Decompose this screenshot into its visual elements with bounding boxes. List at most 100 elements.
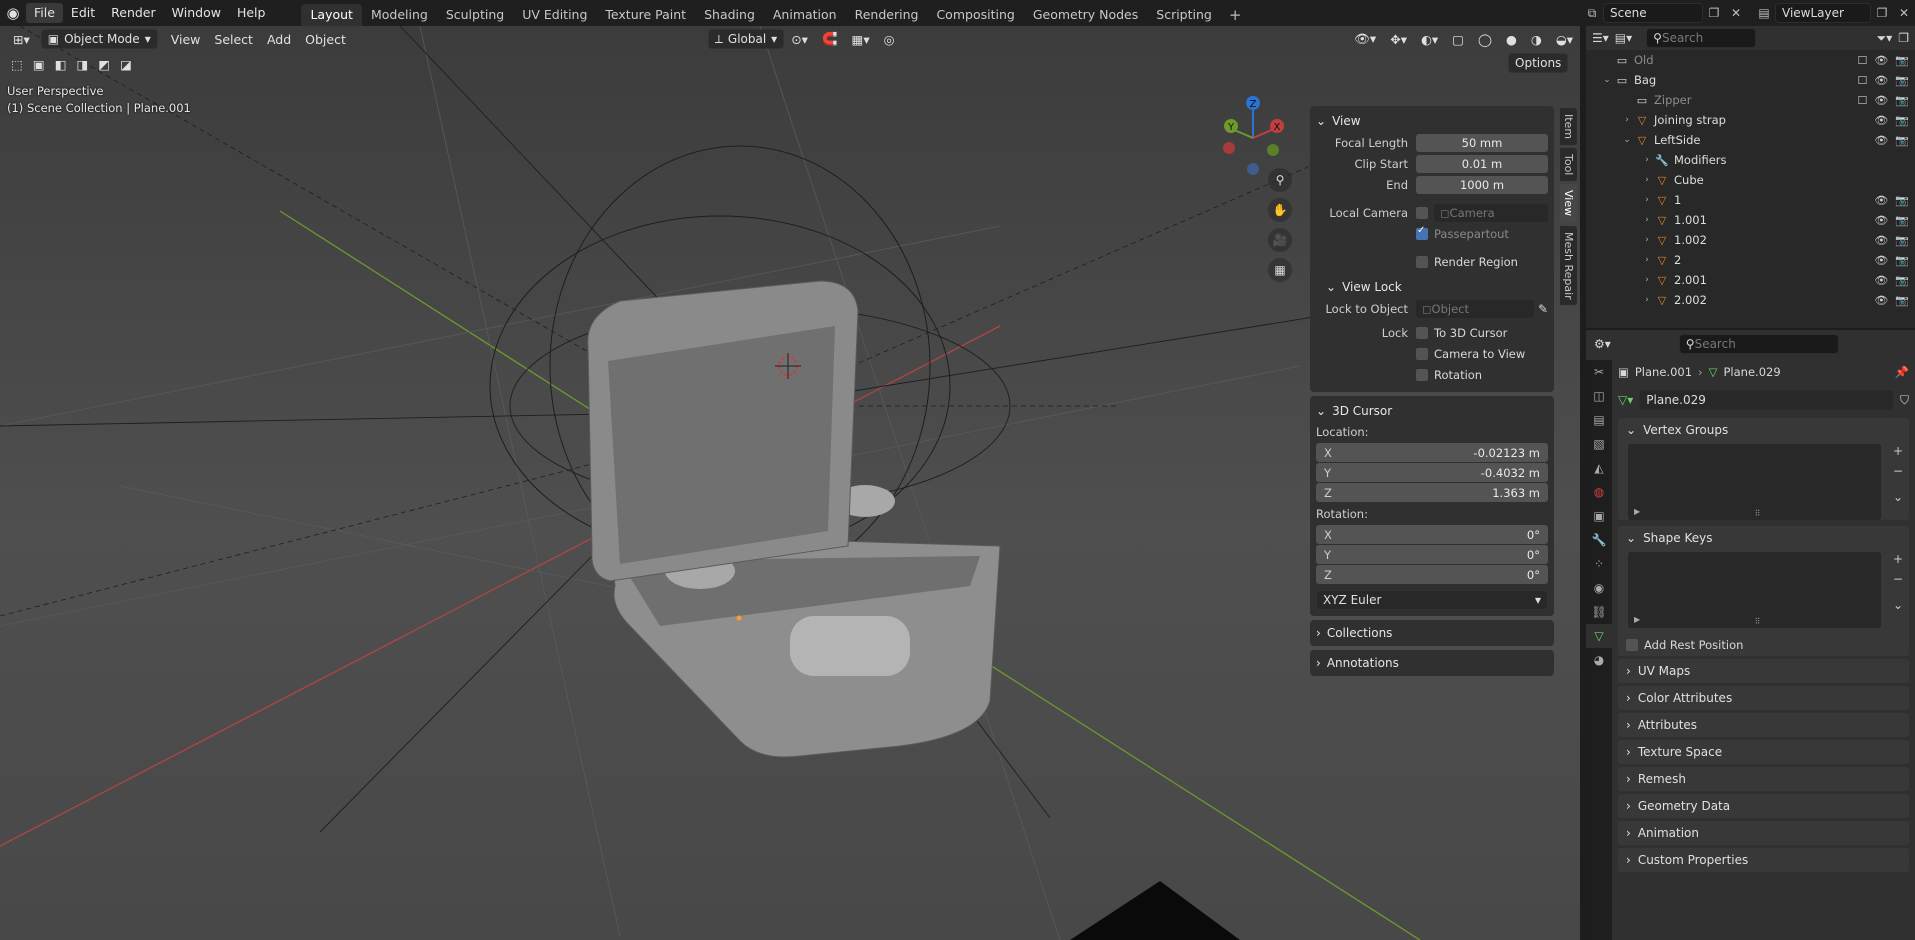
cursor-loc-z-field[interactable]: Z 1.363 m (1316, 483, 1548, 502)
tab-animation[interactable]: Animation (764, 4, 846, 26)
view-section-header[interactable]: ⌄ View (1316, 110, 1548, 132)
properties-panel-custom-properties[interactable]: › Custom Properties (1618, 848, 1909, 872)
vertex-groups-list[interactable]: ▶ ⠿ + − ⌄ (1628, 444, 1903, 520)
shading-material-icon[interactable]: ◑ (1524, 29, 1549, 49)
select-intersect-icon[interactable]: ◪ (117, 54, 135, 74)
vertex-groups-header[interactable]: ⌄ Vertex Groups (1618, 418, 1909, 442)
fake-user-shield-icon[interactable]: ⛉ (1900, 393, 1909, 408)
tab-geometry-nodes[interactable]: Geometry Nodes (1024, 4, 1147, 26)
menu-file[interactable]: File (26, 3, 63, 23)
new-collection-icon[interactable]: ❐ (1898, 31, 1909, 45)
scene-field[interactable]: Scene (1603, 3, 1703, 23)
options-dropdown[interactable]: Options (1508, 53, 1569, 73)
chevron-down-icon[interactable]: ⌄ (1600, 75, 1614, 85)
cursor-rot-y-field[interactable]: Y 0° (1316, 545, 1548, 564)
tab-modeling[interactable]: Modeling (362, 4, 437, 26)
passepartout-checkbox[interactable] (1416, 225, 1428, 240)
outliner-item[interactable]: › ▽ Cube (1586, 170, 1915, 190)
menu-view[interactable]: View (164, 29, 208, 49)
display-mode-icon[interactable]: ▤▾ (1615, 31, 1632, 45)
local-camera-checkbox[interactable] (1416, 207, 1428, 219)
local-camera-field[interactable]: ◻ Camera (1434, 204, 1548, 222)
render-camera-icon[interactable]: 📷 (1895, 114, 1909, 127)
menu-edit[interactable]: Edit (63, 0, 103, 26)
focal-length-field[interactable]: 50 mm (1416, 134, 1548, 152)
render-camera-icon[interactable]: 📷 (1895, 254, 1909, 267)
snap-target-icon[interactable]: ▦▾ (845, 29, 877, 49)
chevron-right-icon[interactable]: › (1640, 295, 1654, 305)
proportional-edit-icon[interactable]: ◎ (877, 29, 902, 49)
eye-icon[interactable]: 👁 (1874, 294, 1888, 307)
snap-icon[interactable]: 🧲 (815, 29, 845, 49)
tab-layout[interactable]: Layout (301, 4, 362, 26)
add-vertex-group-icon[interactable]: + (1893, 444, 1903, 458)
xray-icon[interactable]: ▢ (1445, 29, 1471, 49)
properties-search-input[interactable]: ⚲ Search (1678, 334, 1839, 354)
render-camera-icon[interactable]: 📷 (1895, 294, 1909, 307)
render-camera-icon[interactable]: 📷 (1895, 54, 1909, 67)
add-rest-position-checkbox[interactable] (1626, 639, 1638, 651)
mode-dropdown[interactable]: ▣ Object Mode ▾ (40, 29, 158, 49)
add-shape-key-icon[interactable]: + (1893, 552, 1903, 566)
overlay-toggle-icon[interactable]: ◐▾ (1414, 29, 1445, 49)
properties-panel-animation[interactable]: › Animation (1618, 821, 1909, 845)
cursor-rot-z-field[interactable]: Z 0° (1316, 565, 1548, 584)
tab-compositing[interactable]: Compositing (927, 4, 1023, 26)
outliner-item[interactable]: › 🔧 Modifiers (1586, 150, 1915, 170)
select-extend-icon[interactable]: ◧ (52, 54, 70, 74)
chevron-right-icon[interactable]: › (1640, 175, 1654, 185)
tab-view[interactable]: View (1560, 184, 1577, 223)
select-invert-icon[interactable]: ◩ (95, 54, 113, 74)
chevron-right-icon[interactable]: › (1620, 115, 1634, 125)
add-workspace-icon[interactable]: + (1221, 4, 1250, 26)
render-properties-icon[interactable]: ◫ (1586, 384, 1612, 408)
clip-end-field[interactable]: 1000 m (1416, 176, 1548, 194)
clip-start-field[interactable]: 0.01 m (1416, 155, 1548, 173)
blender-logo-icon[interactable]: ◉ (0, 0, 26, 26)
tool-properties-icon[interactable]: ✂ (1586, 360, 1612, 384)
render-camera-icon[interactable]: 📷 (1895, 274, 1909, 287)
filter-icon[interactable]: ⏷▾ (1877, 31, 1893, 46)
gizmo-neg-y-icon[interactable] (1267, 144, 1279, 156)
cursor-loc-y-field[interactable]: Y -0.4032 m (1316, 463, 1548, 482)
outliner-item[interactable]: ⌄ ▽ LeftSide 👁 📷 (1586, 130, 1915, 150)
render-camera-icon[interactable]: 📷 (1895, 94, 1909, 107)
lock-to-object-field[interactable]: ◻ Object (1416, 300, 1534, 318)
menu-render[interactable]: Render (103, 0, 164, 26)
shape-keys-header[interactable]: ⌄ Shape Keys (1618, 526, 1909, 550)
properties-panel-geometry-data[interactable]: › Geometry Data (1618, 794, 1909, 818)
camera-to-view-checkbox[interactable] (1416, 348, 1428, 360)
rotation-mode-dropdown[interactable]: XYZ Euler ▾ (1316, 590, 1548, 610)
chevron-right-icon[interactable]: › (1640, 275, 1654, 285)
outliner-item[interactable]: › ▽ Joining strap 👁 📷 (1586, 110, 1915, 130)
expand-list-icon[interactable]: ▶ (1634, 615, 1640, 624)
camera-view-icon[interactable]: 🎥 (1268, 228, 1292, 252)
resize-handle-icon[interactable]: ⠿ (1755, 617, 1761, 626)
shading-rendered-icon[interactable]: ◒▾ (1549, 29, 1580, 49)
mesh-name-field[interactable]: Plane.029 (1639, 390, 1894, 410)
tab-mesh-repair[interactable]: Mesh Repair (1560, 225, 1577, 306)
gizmo-neg-z-icon[interactable] (1247, 163, 1259, 175)
eye-icon[interactable]: 👁 (1874, 134, 1888, 147)
remove-shape-key-icon[interactable]: − (1893, 572, 1903, 586)
annotations-section[interactable]: › Annotations (1310, 650, 1554, 676)
render-camera-icon[interactable]: 📷 (1895, 234, 1909, 247)
pin-icon[interactable]: 📌 (1895, 365, 1909, 379)
cursor-loc-x-field[interactable]: X -0.02123 m (1316, 443, 1548, 462)
exclude-checkbox[interactable]: ☐ (1857, 94, 1867, 107)
properties-panel-uv-maps[interactable]: › UV Maps (1618, 659, 1909, 683)
chevron-right-icon[interactable]: › (1640, 195, 1654, 205)
view-layer-field[interactable]: ViewLayer (1775, 3, 1871, 23)
chevron-right-icon[interactable]: › (1640, 215, 1654, 225)
exclude-checkbox[interactable]: ☐ (1857, 54, 1867, 67)
select-subtract-icon[interactable]: ◨ (73, 54, 91, 74)
to-3d-cursor-checkbox[interactable] (1416, 327, 1428, 339)
tab-rendering[interactable]: Rendering (846, 4, 928, 26)
outliner-item[interactable]: ▭ Zipper ☐ 👁 📷 (1586, 90, 1915, 110)
eye-icon[interactable]: 👁 (1874, 114, 1888, 127)
eye-icon[interactable]: 👁 (1874, 214, 1888, 227)
eyedropper-icon[interactable]: ✎ (1538, 302, 1548, 316)
menu-add[interactable]: Add (260, 29, 298, 49)
shading-solid-icon[interactable]: ● (1499, 29, 1524, 49)
editor-type-icon[interactable]: ☰▾ (1592, 31, 1609, 45)
